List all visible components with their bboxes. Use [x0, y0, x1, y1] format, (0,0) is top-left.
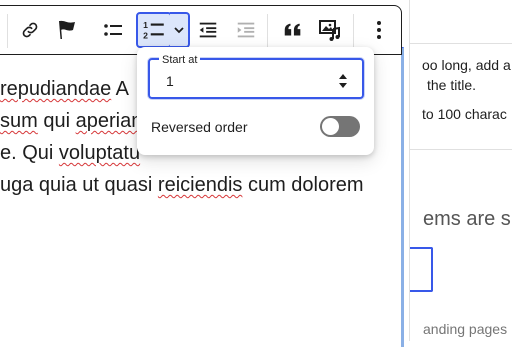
help-text: to 100 charac	[422, 106, 507, 122]
start-at-label: Start at	[159, 54, 201, 66]
sidebar-input-box[interactable]	[410, 247, 433, 292]
more-options-icon	[377, 21, 381, 39]
indent-button[interactable]	[228, 12, 264, 48]
flag-icon	[59, 20, 75, 39]
reversed-order-label: Reversed order	[151, 119, 248, 135]
settings-sidebar: oo long, add a the title. to 100 charac …	[409, 0, 512, 341]
sidebar-section-heading: ems are s	[423, 208, 511, 230]
toolbar-divider	[7, 14, 8, 48]
link-button[interactable]	[12, 12, 48, 48]
list-settings-popover: 1 Start at Reversed order	[137, 47, 374, 155]
unordered-list-button[interactable]	[95, 12, 131, 48]
chevron-down-icon	[174, 27, 184, 34]
outdent-button[interactable]	[190, 12, 226, 48]
indent-icon	[237, 22, 255, 38]
image-music-icon	[319, 20, 340, 41]
text-line: uga quia ut quasi reiciendis cum dolorem	[0, 174, 364, 196]
start-at-value[interactable]: 1	[166, 73, 174, 89]
svg-text:2: 2	[143, 31, 148, 41]
more-options-button[interactable]	[361, 12, 397, 48]
highlight-button[interactable]	[49, 12, 85, 48]
media-button[interactable]	[312, 12, 348, 48]
toolbar-divider	[353, 14, 354, 48]
reversed-order-toggle[interactable]	[320, 116, 360, 137]
sidebar-divider	[410, 149, 512, 150]
ordered-list-icon: 1 2	[143, 20, 164, 41]
quote-icon	[284, 23, 301, 36]
toolbar-divider	[267, 14, 268, 48]
outdent-icon	[199, 22, 217, 38]
unordered-list-icon	[104, 24, 122, 36]
quote-button[interactable]	[275, 12, 311, 48]
ordered-list-button[interactable]: 1 2	[136, 12, 172, 48]
list-style-dropdown[interactable]	[170, 12, 190, 48]
spinner-arrows-icon[interactable]	[338, 72, 348, 90]
toggle-knob	[322, 118, 339, 135]
help-text: the title.	[427, 77, 477, 93]
svg-text:1: 1	[143, 20, 148, 30]
help-text: oo long, add a	[422, 57, 511, 73]
sidebar-help-text: anding pages	[423, 321, 508, 337]
link-icon	[22, 22, 38, 38]
sidebar-header	[410, 0, 512, 44]
